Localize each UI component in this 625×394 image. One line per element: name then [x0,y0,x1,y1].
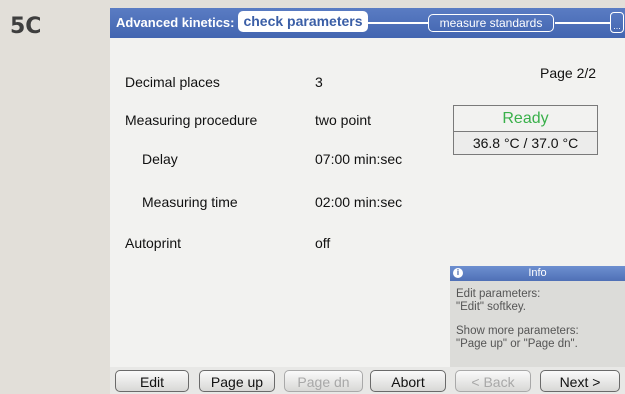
tab-more[interactable]: ... [610,12,624,33]
ready-status: Ready [502,110,549,127]
param-label: Autoprint [125,235,182,251]
back-button[interactable]: < Back [455,370,531,392]
app-title: Advanced kinetics: [116,15,235,30]
param-value: 07:00 min:sec [315,151,403,167]
softkey-bar: Edit Page up Page dn Abort < Back Next > [110,367,625,394]
info-line: Show more parameters: [456,325,579,337]
info-panel: i Info Edit parameters: "Edit" softkey. … [450,266,625,367]
param-value: two point [315,112,372,128]
info-line: "Page up" or "Page dn". [456,337,578,350]
param-label: Measuring procedure [125,112,258,128]
param-label: Decimal places [125,74,220,90]
page-indicator: Page 2/2 [540,65,597,81]
info-header: i Info [450,266,625,281]
instrument-screen: Advanced kinetics: check parameters meas… [110,8,625,394]
param-value: off [315,235,331,251]
status-panel: Ready 36.8 °C / 37.0 °C [453,105,598,155]
tab-measure-standards[interactable]: measure standards [428,14,554,32]
param-value: 02:00 min:sec [315,194,403,210]
next-button[interactable]: Next > [540,370,620,392]
tab-connector [555,22,610,24]
temperature-readout: 36.8 °C / 37.0 °C [453,131,598,155]
param-value: 3 [315,74,323,90]
abort-button[interactable]: Abort [370,370,446,392]
figure-label: 5C [10,14,42,39]
page-up-button[interactable]: Page up [199,370,275,392]
header-bar: Advanced kinetics: check parameters meas… [110,8,625,38]
param-label: Delay [142,151,178,167]
page-dn-button[interactable]: Page dn [284,370,363,392]
param-label: Measuring time [142,194,238,210]
info-body: Edit parameters: "Edit" softkey. Show mo… [450,281,625,350]
tab-check-parameters[interactable]: check parameters [238,11,368,32]
edit-button[interactable]: Edit [115,370,189,392]
info-line: "Edit" softkey. [456,300,526,313]
info-icon: i [453,268,463,278]
tab-connector [368,22,428,24]
info-line: Edit parameters: [456,288,541,300]
info-title: Info [528,267,547,279]
